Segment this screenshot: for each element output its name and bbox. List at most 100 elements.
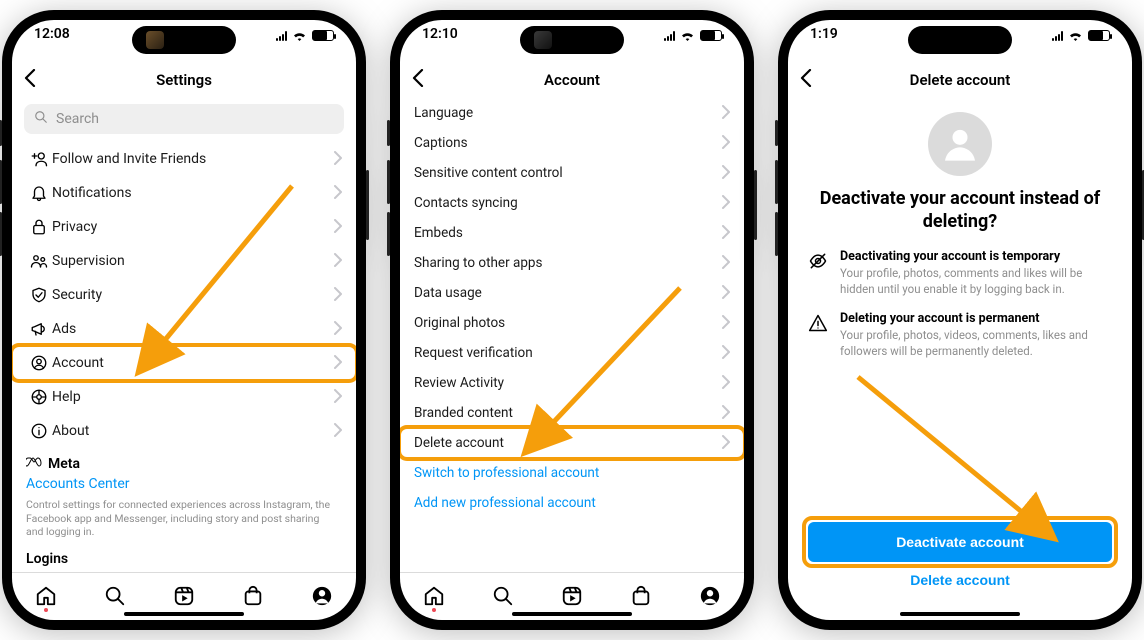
wifi-icon (1068, 30, 1083, 41)
row-label: Contacts syncing (414, 195, 722, 211)
info-block-0: Deactivating your account is temporary Y… (808, 249, 1112, 297)
supervision-icon (26, 252, 52, 270)
bell-icon (26, 184, 52, 202)
row-label: Sensitive content control (414, 165, 722, 181)
battery-icon (312, 30, 334, 41)
account-row-5[interactable]: Sharing to other apps (400, 248, 744, 278)
meta-brand-label: Meta (48, 456, 80, 472)
row-label: Sharing to other apps (414, 255, 722, 271)
wifi-icon (292, 30, 307, 41)
row-label: Language (414, 105, 722, 121)
lock-icon (26, 218, 52, 236)
accounts-center-link[interactable]: Accounts Center (26, 476, 342, 492)
add-user-icon (26, 150, 52, 168)
info-body: Your profile, photos, comments and likes… (840, 266, 1112, 297)
delete-account-button[interactable]: Delete account (808, 562, 1112, 598)
meta-section: Meta Accounts Center Control settings fo… (12, 448, 356, 541)
page-title: Account (544, 71, 600, 89)
search-placeholder: Search (56, 111, 99, 127)
settings-row-account[interactable]: Account (12, 346, 356, 380)
row-label: Request verification (414, 345, 722, 361)
nav-header: Account (400, 62, 744, 98)
settings-row-info[interactable]: About (12, 414, 356, 448)
account-row-8[interactable]: Request verification (400, 338, 744, 368)
phone-account: 12:10 Account Language Captions (390, 10, 754, 630)
chevron-right-icon (334, 422, 342, 441)
tab-search[interactable] (103, 584, 127, 608)
chevron-right-icon (722, 374, 730, 393)
account-link-1[interactable]: Add new professional account (400, 488, 744, 518)
account-icon (26, 354, 52, 372)
account-row-2[interactable]: Sensitive content control (400, 158, 744, 188)
tab-profile[interactable] (698, 584, 722, 608)
info-block-1: Deleting your account is permanent Your … (808, 311, 1112, 359)
row-label: Account (52, 355, 334, 371)
phone-delete: 1:19 Delete account D (778, 10, 1142, 630)
home-indicator (900, 612, 1020, 616)
cellular-bars-icon (276, 31, 287, 41)
settings-row-add-user[interactable]: Follow and Invite Friends (12, 142, 356, 176)
back-button[interactable] (800, 68, 812, 92)
chevron-right-icon (722, 314, 730, 333)
row-label: Notifications (52, 185, 334, 201)
account-row-11[interactable]: Delete account (400, 428, 744, 458)
row-label: Embeds (414, 225, 722, 241)
settings-row-supervision[interactable]: Supervision (12, 244, 356, 278)
chevron-right-icon (334, 388, 342, 407)
tab-home[interactable] (422, 584, 446, 608)
delete-headline: Deactivate your account instead of delet… (808, 188, 1112, 233)
status-indicators (276, 30, 334, 41)
account-row-4[interactable]: Embeds (400, 218, 744, 248)
chevron-right-icon (722, 284, 730, 303)
account-link-0[interactable]: Switch to professional account (400, 458, 744, 488)
account-row-0[interactable]: Language (400, 98, 744, 128)
account-row-10[interactable]: Branded content (400, 398, 744, 428)
status-indicators (664, 30, 722, 41)
row-label: Privacy (52, 219, 334, 235)
tab-home[interactable] (34, 584, 58, 608)
row-label: Branded content (414, 405, 722, 421)
search-input[interactable]: Search (24, 104, 344, 134)
tab-reels[interactable] (560, 584, 584, 608)
chevron-right-icon (722, 104, 730, 123)
account-row-6[interactable]: Data usage (400, 278, 744, 308)
chevron-right-icon (722, 344, 730, 363)
status-indicators (1052, 30, 1110, 41)
account-row-3[interactable]: Contacts syncing (400, 188, 744, 218)
megaphone-icon (26, 320, 52, 338)
row-label: Delete account (414, 435, 722, 451)
row-label: Data usage (414, 285, 722, 301)
account-row-9[interactable]: Review Activity (400, 368, 744, 398)
chevron-right-icon (722, 224, 730, 243)
account-row-1[interactable]: Captions (400, 128, 744, 158)
back-button[interactable] (412, 68, 424, 92)
settings-row-help[interactable]: Help (12, 380, 356, 414)
info-head: Deactivating your account is temporary (840, 249, 1112, 264)
account-row-7[interactable]: Original photos (400, 308, 744, 338)
settings-row-lock[interactable]: Privacy (12, 210, 356, 244)
battery-icon (700, 30, 722, 41)
row-label: Security (52, 287, 334, 303)
row-label: Supervision (52, 253, 334, 269)
back-button[interactable] (24, 68, 36, 92)
deactivate-button[interactable]: Deactivate account (808, 522, 1112, 562)
info-head: Deleting your account is permanent (840, 311, 1112, 326)
wifi-icon (680, 30, 695, 41)
shield-icon (26, 286, 52, 304)
page-title: Settings (156, 71, 212, 89)
chevron-right-icon (722, 434, 730, 453)
settings-row-megaphone[interactable]: Ads (12, 312, 356, 346)
tab-shop[interactable] (241, 584, 265, 608)
tab-profile[interactable] (310, 584, 334, 608)
search-icon (34, 110, 48, 128)
home-indicator (124, 612, 244, 616)
tab-search[interactable] (491, 584, 515, 608)
tab-reels[interactable] (172, 584, 196, 608)
settings-row-shield[interactable]: Security (12, 278, 356, 312)
tab-shop[interactable] (629, 584, 653, 608)
settings-row-bell[interactable]: Notifications (12, 176, 356, 210)
avatar-placeholder-icon (928, 112, 992, 176)
eye-off-icon (808, 251, 830, 297)
cellular-bars-icon (1052, 31, 1063, 41)
nav-header: Settings (12, 62, 356, 98)
